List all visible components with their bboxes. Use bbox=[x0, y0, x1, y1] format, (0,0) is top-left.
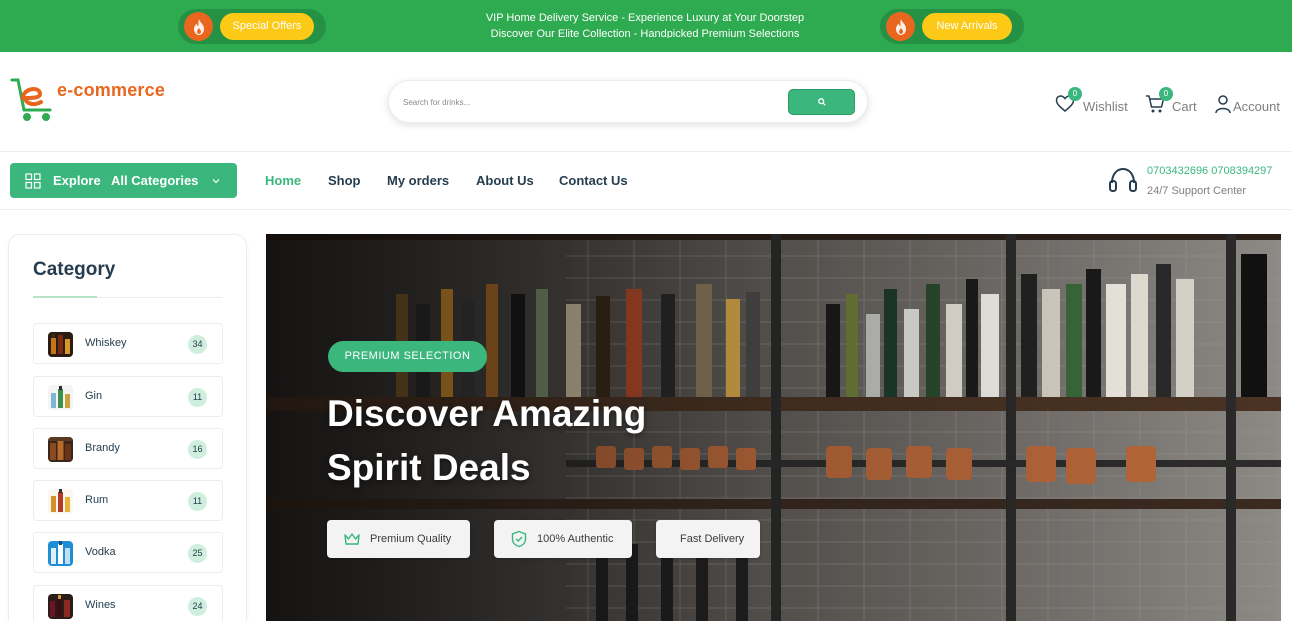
nav-home[interactable]: Home bbox=[265, 173, 301, 188]
user-icon bbox=[1215, 95, 1231, 114]
whiskey-bottle-icon bbox=[48, 332, 73, 357]
cart-label: Cart bbox=[1172, 99, 1197, 114]
category-name: Wines bbox=[85, 599, 116, 611]
hero-banner: PREMIUM SELECTION Discover Amazing Spiri… bbox=[266, 234, 1281, 621]
search-bar bbox=[388, 80, 868, 123]
search-button[interactable] bbox=[788, 89, 855, 115]
headset-icon bbox=[1109, 167, 1137, 192]
category-count-badge: 24 bbox=[188, 597, 207, 616]
support-phone[interactable]: 0703432696 0708394297 bbox=[1147, 165, 1272, 177]
all-categories-label: All Categories bbox=[111, 173, 199, 188]
nav-contact-us[interactable]: Contact Us bbox=[559, 173, 628, 188]
nav-about-us[interactable]: About Us bbox=[476, 173, 534, 188]
account-link[interactable]: Account bbox=[1213, 88, 1280, 114]
cart-logo-icon bbox=[10, 78, 52, 121]
category-name: Brandy bbox=[85, 442, 120, 454]
sidebar-title: Category bbox=[33, 259, 116, 280]
category-count-badge: 25 bbox=[188, 544, 207, 563]
nav-my-orders[interactable]: My orders bbox=[387, 173, 449, 188]
feature-label: Fast Delivery bbox=[680, 533, 745, 545]
fire-icon bbox=[184, 12, 213, 41]
search-input[interactable] bbox=[403, 90, 773, 114]
category-count-badge: 11 bbox=[188, 492, 207, 511]
crown-icon bbox=[344, 533, 360, 545]
category-item-vodka[interactable]: Vodka 25 bbox=[33, 532, 223, 573]
wishlist-count-badge: 0 bbox=[1068, 87, 1082, 101]
category-item-whiskey[interactable]: Whiskey 34 bbox=[33, 323, 223, 364]
search-icon bbox=[817, 98, 826, 106]
hero-title-line: Discover Amazing bbox=[327, 393, 647, 434]
feature-premium-quality: Premium Quality bbox=[327, 520, 470, 558]
wishlist-label: Wishlist bbox=[1083, 99, 1128, 114]
feature-authentic: 100% Authentic bbox=[494, 520, 632, 558]
feature-label: Premium Quality bbox=[370, 533, 452, 545]
sidebar-divider-accent bbox=[33, 296, 97, 298]
special-offers-tag[interactable]: Special Offers bbox=[220, 13, 314, 40]
nav-shop[interactable]: Shop bbox=[328, 173, 361, 188]
feature-fast-delivery: Fast Delivery bbox=[656, 520, 760, 558]
wine-bottle-icon bbox=[48, 594, 73, 619]
explore-label: Explore bbox=[53, 173, 101, 188]
category-item-brandy[interactable]: Brandy 16 bbox=[33, 428, 223, 469]
hero-title-line: Spirit Deals bbox=[327, 447, 531, 488]
support-label: 24/7 Support Center bbox=[1147, 185, 1247, 197]
cart-link[interactable]: Cart 0 bbox=[1145, 87, 1197, 114]
category-count-badge: 34 bbox=[188, 335, 207, 354]
shield-check-icon bbox=[511, 530, 527, 548]
category-name: Whiskey bbox=[85, 337, 127, 349]
feature-label: 100% Authentic bbox=[537, 533, 614, 545]
grid-icon bbox=[25, 173, 41, 189]
nav-divider bbox=[0, 209, 1292, 210]
site-logo[interactable]: e-commerce bbox=[10, 76, 170, 124]
brandy-bottle-icon bbox=[48, 437, 73, 462]
category-item-gin[interactable]: Gin 11 bbox=[33, 376, 223, 417]
special-offers-pill[interactable]: Special Offers bbox=[178, 9, 326, 44]
category-sidebar: Category Whiskey 34 Gin 11 Brandy 16 Rum… bbox=[8, 234, 247, 621]
fire-icon bbox=[886, 12, 915, 41]
rum-bottle-icon bbox=[48, 489, 73, 514]
ticker-line: Discover Our Elite Collection - Handpick… bbox=[490, 28, 800, 38]
hero-title: Discover Amazing Spirit Deals bbox=[327, 387, 847, 495]
new-arrivals-tag[interactable]: New Arrivals bbox=[922, 13, 1012, 40]
logo-text: e-commerce bbox=[57, 80, 166, 100]
category-name: Rum bbox=[85, 494, 109, 506]
category-count-badge: 16 bbox=[188, 440, 207, 459]
wishlist-link[interactable]: Wishlist 0 bbox=[1055, 87, 1128, 114]
announcement-ticker: VIP Home Delivery Service - Experience L… bbox=[440, 10, 850, 38]
gin-bottle-icon bbox=[48, 385, 73, 410]
new-arrivals-pill[interactable]: New Arrivals bbox=[880, 9, 1024, 44]
vodka-bottle-icon bbox=[48, 541, 73, 566]
cart-count-badge: 0 bbox=[1159, 87, 1173, 101]
chevron-down-icon bbox=[212, 179, 220, 184]
category-item-rum[interactable]: Rum 11 bbox=[33, 480, 223, 521]
category-item-wines[interactable]: Wines 24 bbox=[33, 585, 223, 621]
promo-bar: Special Offers VIP Home Delivery Service… bbox=[0, 0, 1292, 52]
category-count-badge: 11 bbox=[188, 388, 207, 407]
category-name: Gin bbox=[85, 390, 103, 402]
premium-selection-badge: PREMIUM SELECTION bbox=[328, 341, 487, 372]
ticker-line: VIP Home Delivery Service - Experience L… bbox=[485, 12, 805, 24]
account-label: Account bbox=[1233, 99, 1280, 114]
browse-categories-button[interactable]: Explore All Categories bbox=[10, 163, 237, 198]
header-divider bbox=[0, 151, 1292, 152]
category-name: Vodka bbox=[85, 546, 116, 558]
